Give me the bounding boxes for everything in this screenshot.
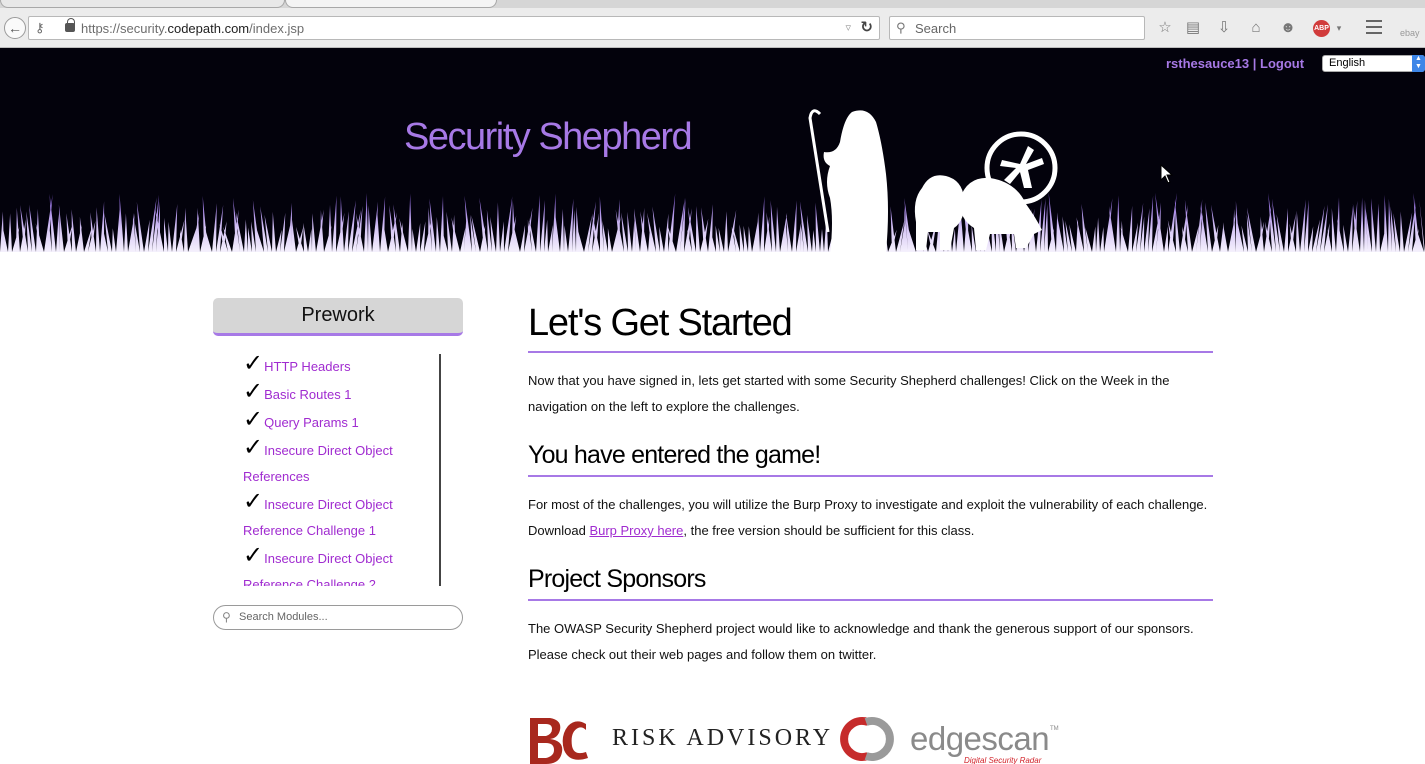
browser-search-placeholder: Search xyxy=(915,21,957,36)
browser-search-box[interactable]: ⚲ Search xyxy=(889,16,1145,40)
browser-menu-icon[interactable] xyxy=(1366,20,1382,34)
module-item[interactable]: ✓Insecure Direct Object References xyxy=(243,436,439,490)
main-content: Let's Get Started Now that you have sign… xyxy=(528,298,1213,668)
completed-check-icon: ✓ xyxy=(243,406,264,433)
module-label[interactable]: Query Params 1 xyxy=(264,415,359,430)
game-heading: You have entered the game! xyxy=(528,440,1213,477)
module-item[interactable]: ✓HTTP Headers xyxy=(243,354,439,380)
intro-text: Now that you have signed in, lets get st… xyxy=(528,373,1170,414)
ebay-icon[interactable]: ebay xyxy=(1400,28,1420,38)
module-search-placeholder: Search Modules... xyxy=(239,611,328,623)
risk-advisory-mark-icon xyxy=(840,717,894,761)
completed-check-icon: ✓ xyxy=(243,378,264,405)
browser-tab-strip xyxy=(0,0,1425,8)
sponsors-heading: Project Sponsors xyxy=(528,564,1213,601)
username-link[interactable]: rsthesauce13 xyxy=(1166,56,1249,71)
module-label[interactable]: HTTP Headers xyxy=(264,359,350,374)
module-label-line2[interactable]: Reference Challenge 1 xyxy=(243,523,376,538)
risk-advisory-logo[interactable]: RISK ADVISORY xyxy=(612,725,833,752)
browser-tab[interactable] xyxy=(0,0,285,8)
page-title: Let's Get Started xyxy=(528,298,1213,353)
download-icon[interactable]: ⇩ xyxy=(1215,19,1233,37)
search-icon: ⚲ xyxy=(896,20,906,35)
game-text: For most of the challenges, you will uti… xyxy=(528,497,1208,538)
grass-decoration xyxy=(0,192,1425,260)
lock-icon[interactable] xyxy=(65,18,75,32)
key-icon[interactable]: ⚷ xyxy=(35,20,45,36)
browser-toolbar: ← ⚷ https://security.codepath.com/index.… xyxy=(0,8,1425,48)
module-label-line2[interactable]: Reference Challenge 2 xyxy=(243,577,376,586)
completed-check-icon: ✓ xyxy=(243,354,264,377)
module-item[interactable]: ✓Query Params 1 xyxy=(243,408,439,436)
select-arrows-icon: ▲ ▼ xyxy=(1412,55,1425,72)
module-label[interactable]: Insecure Direct Object xyxy=(264,551,393,566)
language-select-value: English xyxy=(1329,57,1366,69)
module-label[interactable]: Insecure Direct Object xyxy=(264,497,393,512)
module-search-input[interactable]: ⚲ Search Modules... xyxy=(213,605,463,630)
url-history-dropdown-icon[interactable]: ▿ xyxy=(845,21,851,34)
module-label[interactable]: Basic Routes 1 xyxy=(264,387,351,402)
completed-check-icon: ✓ xyxy=(243,542,264,569)
logout-link[interactable]: Logout xyxy=(1260,56,1304,71)
chat-icon[interactable]: ☻ xyxy=(1279,19,1297,37)
edgescan-trademark: TM xyxy=(1050,726,1059,732)
home-icon[interactable]: ⌂ xyxy=(1247,19,1265,37)
mouse-cursor-icon xyxy=(1160,164,1174,184)
shepherd-silhouette xyxy=(808,109,1058,254)
site-banner: Security Shepherd rsthesauce13 | Logout … xyxy=(0,48,1425,260)
module-label[interactable]: Insecure Direct Object xyxy=(264,443,393,458)
module-label-line2[interactable]: References xyxy=(243,469,309,484)
completed-check-icon: ✓ xyxy=(243,488,264,515)
bc-sponsor-logo[interactable] xyxy=(528,714,592,764)
site-title: Security Shepherd xyxy=(404,116,693,158)
sidebar-title[interactable]: Prework xyxy=(213,298,463,336)
module-list[interactable]: ✓HTTP Headers ✓Basic Routes 1 ✓Query Par… xyxy=(243,354,441,586)
url-text[interactable]: https://security.codepath.com/index.jsp xyxy=(81,21,304,36)
module-item[interactable]: ✓Basic Routes 1 xyxy=(243,380,439,408)
sponsors-text: The OWASP Security Shepherd project woul… xyxy=(528,621,1194,662)
user-links: rsthesauce13 | Logout xyxy=(1166,56,1304,71)
back-button[interactable]: ← xyxy=(4,17,26,39)
language-select[interactable]: English ▲ ▼ xyxy=(1322,55,1425,72)
module-item[interactable]: ✓Insecure Direct Object Reference Challen… xyxy=(243,490,439,544)
adblock-icon[interactable]: ABP xyxy=(1313,20,1330,37)
bookmark-star-icon[interactable]: ☆ xyxy=(1156,19,1174,37)
url-bar[interactable]: ⚷ https://security.codepath.com/index.js… xyxy=(28,16,880,40)
module-item[interactable]: ✓Insecure Direct Object Reference Challen… xyxy=(243,544,439,587)
edgescan-tagline: Digital Security Radar xyxy=(964,756,1042,764)
burp-proxy-link[interactable]: Burp Proxy here xyxy=(589,523,683,538)
browser-tab-active[interactable] xyxy=(285,0,497,8)
reload-icon[interactable]: ↻ xyxy=(860,18,873,36)
edgescan-logo[interactable]: edgescan xyxy=(910,720,1050,758)
completed-check-icon: ✓ xyxy=(243,434,264,461)
sponsor-logos: RISK ADVISORY edgescan TM Digital Securi… xyxy=(528,714,1068,764)
user-links-separator: | xyxy=(1249,56,1260,71)
search-icon: ⚲ xyxy=(222,610,231,624)
adblock-dropdown-icon[interactable]: ▾ xyxy=(1330,19,1348,37)
reading-list-icon[interactable]: ▤ xyxy=(1184,19,1202,37)
